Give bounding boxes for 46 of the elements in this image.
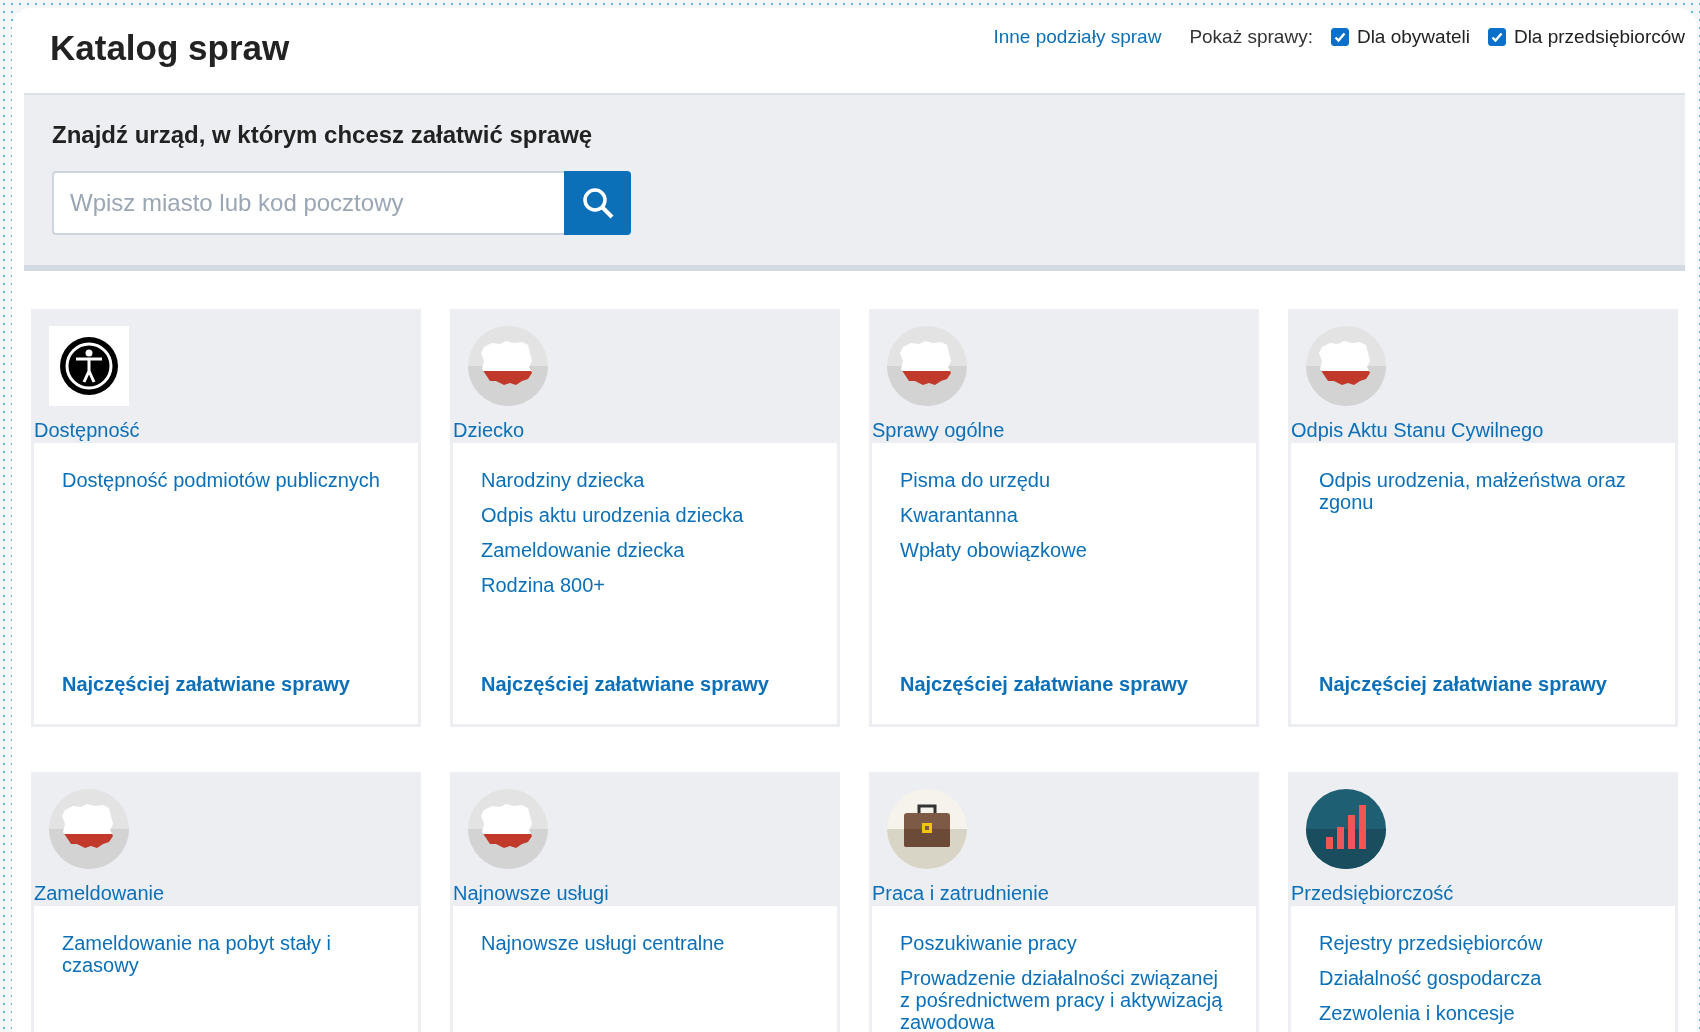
most-common-link[interactable]: Najczęściej załatwiane sprawy — [481, 673, 809, 696]
filter-label: Pokaż sprawy: — [1189, 26, 1313, 48]
service-link[interactable]: Najnowsze usługi centralne — [481, 932, 809, 954]
poland-map-icon — [468, 789, 548, 869]
most-common-link[interactable]: Najczęściej załatwiane sprawy — [900, 673, 1228, 696]
service-link[interactable]: Prowadzenie działalności związanej z pośrednictwem pracy i aktywizacją zawodowa — [900, 967, 1228, 1032]
category-title-link[interactable]: Dostępność — [34, 418, 418, 442]
service-link[interactable]: Odpis aktu urodzenia dziecka — [481, 504, 809, 526]
most-common-link[interactable]: Najczęściej załatwiane sprawy — [1319, 673, 1647, 696]
bar-chart-icon — [1306, 789, 1386, 869]
checkbox[interactable] — [1487, 28, 1506, 46]
accessibility-icon — [49, 326, 129, 406]
category-title-link[interactable]: Sprawy ogólne — [872, 418, 1256, 442]
category-title-link[interactable]: Praca i zatrudnienie — [872, 881, 1256, 905]
search-icon — [580, 186, 615, 220]
search-heading: Znajdź urząd, w którym chcesz załatwić sprawę — [52, 121, 594, 149]
service-link[interactable]: Poszukiwanie pracy — [900, 932, 1228, 954]
category-title-link[interactable]: Zameldowanie — [34, 881, 418, 905]
poland-map-icon — [468, 326, 548, 406]
category-title-link[interactable]: Najnowsze usługi — [453, 881, 837, 905]
service-link[interactable]: Zezwolenia i koncesje — [1319, 1002, 1647, 1024]
category-title-link[interactable]: Przedsiębiorczość — [1291, 881, 1675, 905]
most-common-link[interactable]: Najczęściej załatwiane sprawy — [62, 673, 390, 696]
checkbox[interactable] — [1330, 28, 1349, 46]
service-link[interactable]: Odpis urodzenia, małżeństwa oraz zgonu — [1319, 469, 1647, 513]
service-link[interactable]: Pisma do urzędu — [900, 469, 1228, 491]
service-link[interactable]: Zameldowanie dziecka — [481, 539, 809, 561]
service-link[interactable]: Wpłaty obowiązkowe — [900, 539, 1228, 561]
service-link[interactable]: Rejestry przedsiębiorców — [1319, 932, 1647, 954]
category-title-link[interactable]: Dziecko — [453, 418, 837, 442]
checkbox-label: Dla przedsiębiorców — [1513, 26, 1685, 48]
poland-map-icon — [49, 789, 129, 869]
briefcase-icon — [887, 789, 967, 869]
poland-map-icon — [1306, 326, 1386, 406]
service-link[interactable]: Rodzina 800+ — [481, 574, 809, 596]
page-title: Katalog spraw — [50, 28, 290, 68]
checkbox-label: Dla obywateli — [1356, 26, 1470, 48]
service-link[interactable]: Dostępność podmiotów publicznych — [62, 469, 390, 491]
service-link[interactable]: Kwarantanna — [900, 504, 1228, 526]
other-divisions-link[interactable]: Inne podziały spraw — [993, 26, 1162, 48]
service-link[interactable]: Działalność gospodarcza — [1319, 967, 1647, 989]
category-title-link[interactable]: Odpis Aktu Stanu Cywilnego — [1291, 418, 1675, 442]
search-field[interactable]: Wpisz miasto lub kod pocztowy — [52, 171, 564, 235]
service-link[interactable]: Narodziny dziecka — [481, 469, 809, 491]
search-button[interactable] — [564, 171, 631, 235]
poland-map-icon — [887, 326, 967, 406]
